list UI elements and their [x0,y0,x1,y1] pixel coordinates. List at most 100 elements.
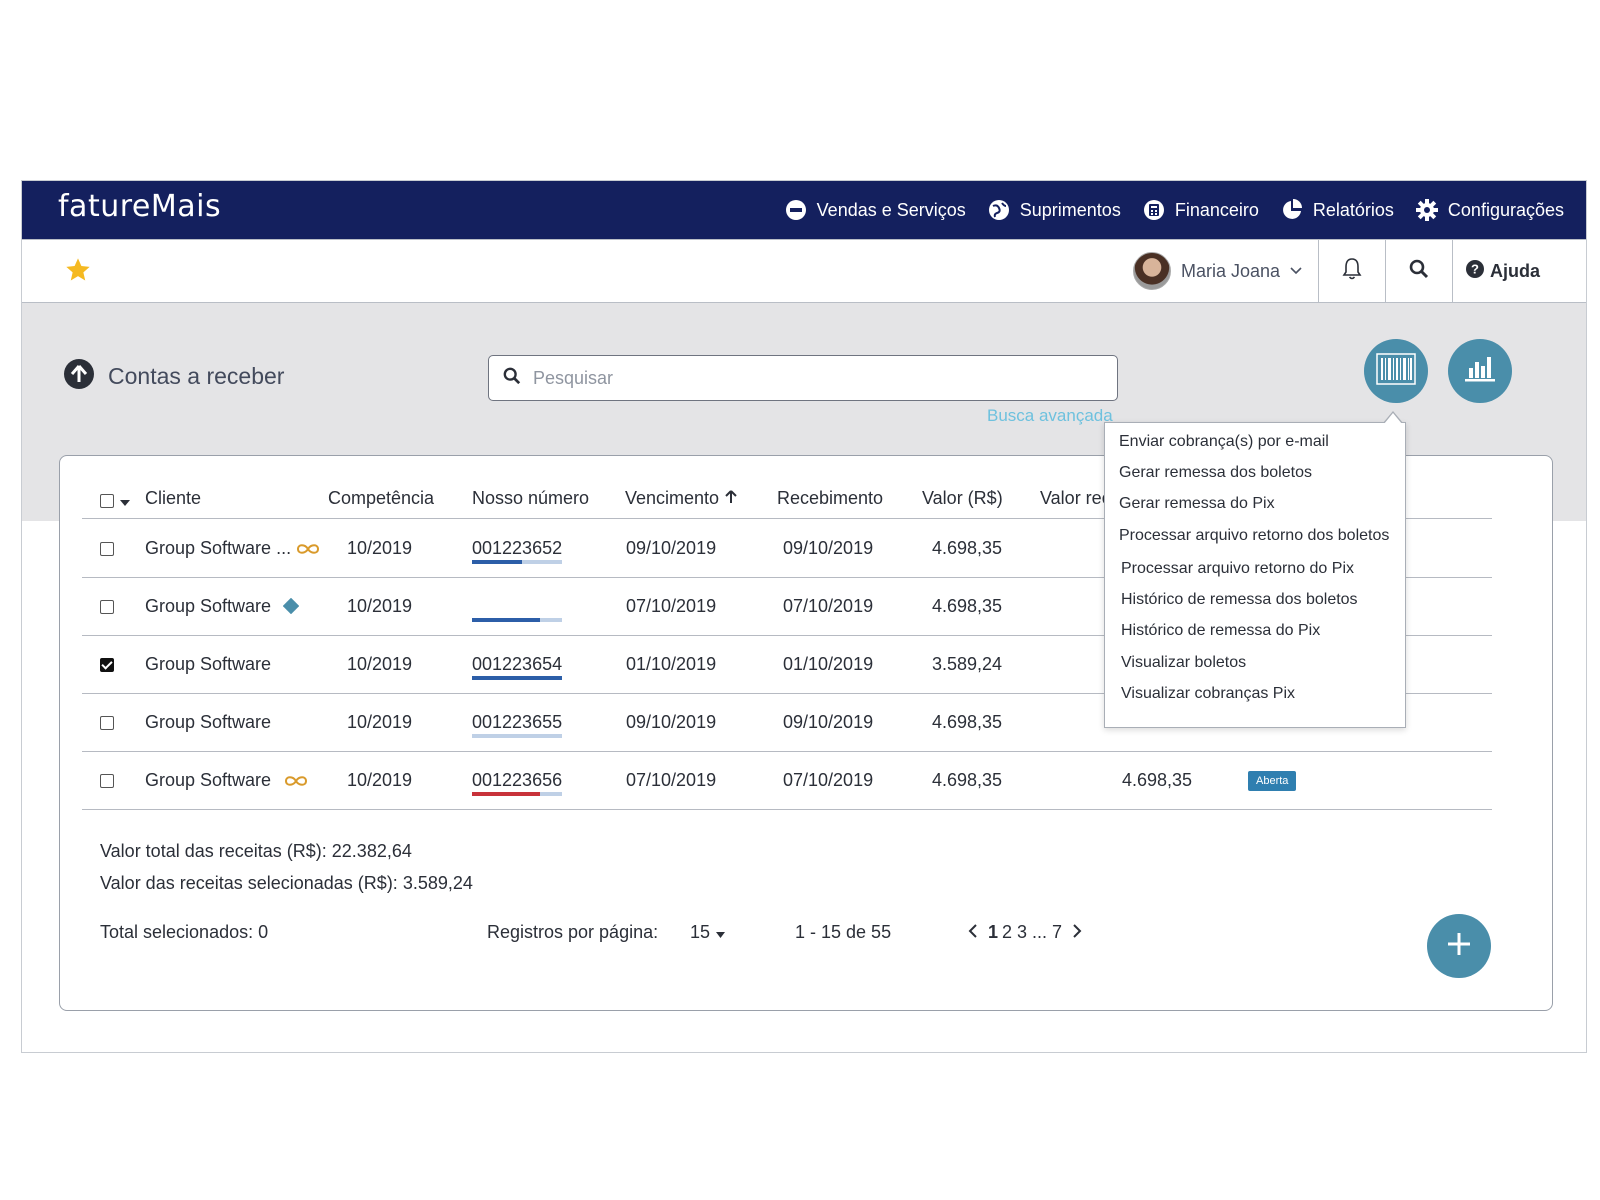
row-checkbox[interactable] [100,716,114,730]
payment-progress-bar [472,618,562,622]
received-date: 01/10/2019 [783,654,874,674]
chevron-right-icon[interactable] [1072,922,1082,943]
client-name[interactable]: Group Software [145,770,271,791]
top-navigation: fatureMais Vendas e Serviços Suprimentos… [22,181,1586,239]
menu-item[interactable]: Visualizar cobranças Pix [1121,685,1295,703]
star-icon[interactable] [64,256,92,284]
per-page-label: Registros por página: [487,922,659,942]
select-all-checkbox[interactable] [100,493,114,508]
page-links[interactable]: 2 3 ... 7 [1002,922,1062,943]
nav-item-vendas[interactable]: Vendas e Serviços [785,199,966,221]
received-date: 07/10/2019 [783,596,874,616]
menu-item[interactable]: Visualizar boletos [1121,654,1246,672]
user-name: Maria Joana [1181,260,1281,281]
column-header-value[interactable]: Valor (R$) [922,488,1003,509]
menu-item[interactable]: Histórico de remessa do Pix [1121,622,1320,640]
our-number[interactable]: 001223652 [472,538,562,559]
divider [82,809,1492,810]
competence: 10/2019 [347,654,413,674]
row-checkbox[interactable] [100,542,114,556]
column-header-client[interactable]: Cliente [145,488,201,509]
total-revenue-label: Valor total das receitas (R$): [100,841,327,861]
our-number[interactable]: 001223656 [472,770,562,791]
column-header-due[interactable]: Vencimento [625,488,737,509]
nav-item-financeiro[interactable]: Financeiro [1143,199,1259,221]
value: 4.698,35 [932,712,1003,732]
status-badge: Aberta [1248,771,1297,791]
per-page-select[interactable]: 15 [690,922,726,943]
client-name[interactable]: Group Software ... [145,538,291,559]
menu-item[interactable]: Gerar remessa do Pix [1119,495,1275,513]
search-box[interactable] [488,355,1118,401]
menu-item[interactable]: Gerar remessa dos boletos [1119,464,1312,482]
notifications-button[interactable] [1319,240,1385,302]
plus-icon [1446,931,1472,962]
per-page-value: 15 [690,922,711,942]
our-number[interactable]: 001223654 [472,654,562,675]
nav-item-label: Configurações [1447,199,1564,220]
row-checkbox[interactable] [100,600,114,614]
total-selected: Total selecionados: 0 [100,922,269,942]
row-checkbox[interactable] [100,658,114,672]
brand-logo[interactable]: fatureMais [58,189,221,224]
menu-item[interactable]: Processar arquivo retorno do Pix [1121,560,1354,578]
page-range: 1 - 15 de 55 [795,922,892,942]
question-circle-icon: ? [1465,259,1484,283]
menu-item[interactable]: Enviar cobrança(s) por e-mail [1119,433,1329,451]
due-date: 01/10/2019 [626,654,717,674]
app-window: fatureMais Vendas e Serviços Suprimentos… [21,180,1587,1053]
main-menu: Vendas e Serviços Suprimentos Financeiro… [785,181,1564,239]
page-title: Contas a receber [108,363,285,389]
search-button[interactable] [1386,240,1452,302]
nav-item-configuracoes[interactable]: Configurações [1415,199,1564,221]
column-header-competence[interactable]: Competência [328,488,434,509]
chevron-left-icon[interactable] [968,922,978,943]
total-revenue-value: 22.382,64 [331,841,412,861]
value-received: 4.698,35 [1122,770,1193,790]
client-name[interactable]: Group Software [145,712,271,733]
bell-icon [1341,257,1363,286]
value: 4.698,35 [932,770,1003,790]
page-title-block: Contas a receber [64,359,284,394]
add-button[interactable] [1427,914,1491,978]
column-header-our-number[interactable]: Nosso número [472,488,589,509]
user-bar: Maria Joana ? Ajuda [22,239,1586,303]
minus-circle-icon [785,199,807,221]
our-number[interactable]: 001223655 [472,712,562,733]
value: 4.698,35 [932,596,1003,616]
menu-item[interactable]: Histórico de remessa dos boletos [1121,591,1358,609]
user-menu[interactable]: Maria Joana [1133,240,1302,302]
nav-item-label: Vendas e Serviços [816,199,966,220]
row-checkbox[interactable] [100,774,114,788]
advanced-search-link[interactable]: Busca avançada [987,406,1113,426]
boleto-actions-menu: Enviar cobrança(s) por e-mail Gerar remes… [1104,411,1406,728]
reports-button[interactable] [1448,339,1512,403]
help-button[interactable]: ? Ajuda [1453,240,1553,302]
barcode-icon [1376,352,1416,390]
caret-down-icon [716,922,726,943]
nav-item-suprimentos[interactable]: Suprimentos [988,199,1121,221]
client-name[interactable]: Group Software [145,654,271,675]
selected-revenue-value: 3.589,24 [402,873,473,893]
value: 3.589,24 [932,654,1003,674]
menu-item[interactable]: Processar arquivo retorno dos boletos [1119,527,1389,545]
client-name[interactable]: Group Software [145,596,271,617]
select-all-control[interactable] [100,490,130,511]
avatar [1133,252,1171,290]
chevron-down-icon[interactable] [120,490,130,511]
pagination: 1 2 3 ... 7 [968,922,1082,943]
page-current[interactable]: 1 [988,922,998,943]
payment-progress-bar [472,734,562,738]
nav-item-relatorios[interactable]: Relatórios [1281,199,1394,221]
search-input[interactable] [533,367,1093,389]
boleto-actions-button[interactable] [1364,339,1428,403]
competence: 10/2019 [347,538,413,558]
calculator-icon [1143,199,1165,221]
payment-progress-fill [472,560,522,564]
search-icon [1409,259,1429,284]
due-date: 09/10/2019 [626,538,717,558]
column-header-value-received[interactable]: Valor rec [1040,488,1111,509]
column-header-received[interactable]: Recebimento [777,488,883,509]
infinity-icon [295,540,321,561]
due-date: 09/10/2019 [626,712,717,732]
